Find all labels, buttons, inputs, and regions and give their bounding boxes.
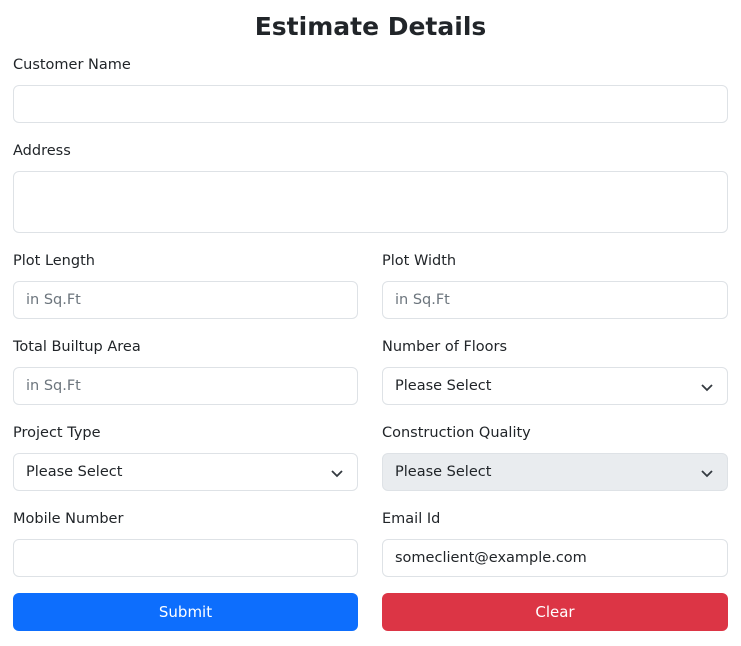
address-label: Address	[13, 143, 71, 159]
clear-button[interactable]: Clear	[382, 593, 728, 631]
submit-button[interactable]: Submit	[13, 593, 358, 631]
plot-length-label: Plot Length	[13, 253, 95, 269]
chevron-down-icon	[701, 384, 713, 392]
floors-label: Number of Floors	[382, 339, 508, 355]
builtup-area-input[interactable]: in Sq.Ft	[13, 367, 358, 405]
builtup-area-label: Total Builtup Area	[13, 339, 141, 355]
email-input[interactable]: someclient@example.com	[382, 539, 728, 577]
quality-select[interactable]: Please Select	[382, 453, 728, 491]
floors-select[interactable]: Please Select	[382, 367, 728, 405]
address-textarea[interactable]	[13, 171, 728, 233]
quality-selected: Please Select	[395, 464, 492, 480]
mobile-input[interactable]	[13, 539, 358, 577]
project-type-select[interactable]: Please Select	[13, 453, 358, 491]
email-label: Email Id	[382, 511, 441, 527]
quality-label: Construction Quality	[382, 425, 531, 441]
customer-name-label: Customer Name	[13, 57, 131, 73]
plot-length-input[interactable]: in Sq.Ft	[13, 281, 358, 319]
project-type-selected: Please Select	[26, 464, 123, 480]
project-type-label: Project Type	[13, 425, 101, 441]
page-title: Estimate Details	[254, 12, 487, 41]
plot-width-input[interactable]: in Sq.Ft	[382, 281, 728, 319]
customer-name-input[interactable]	[13, 85, 728, 123]
chevron-down-icon	[701, 470, 713, 478]
floors-selected: Please Select	[395, 378, 492, 394]
chevron-down-icon	[331, 470, 343, 478]
plot-width-label: Plot Width	[382, 253, 457, 269]
mobile-label: Mobile Number	[13, 511, 124, 527]
